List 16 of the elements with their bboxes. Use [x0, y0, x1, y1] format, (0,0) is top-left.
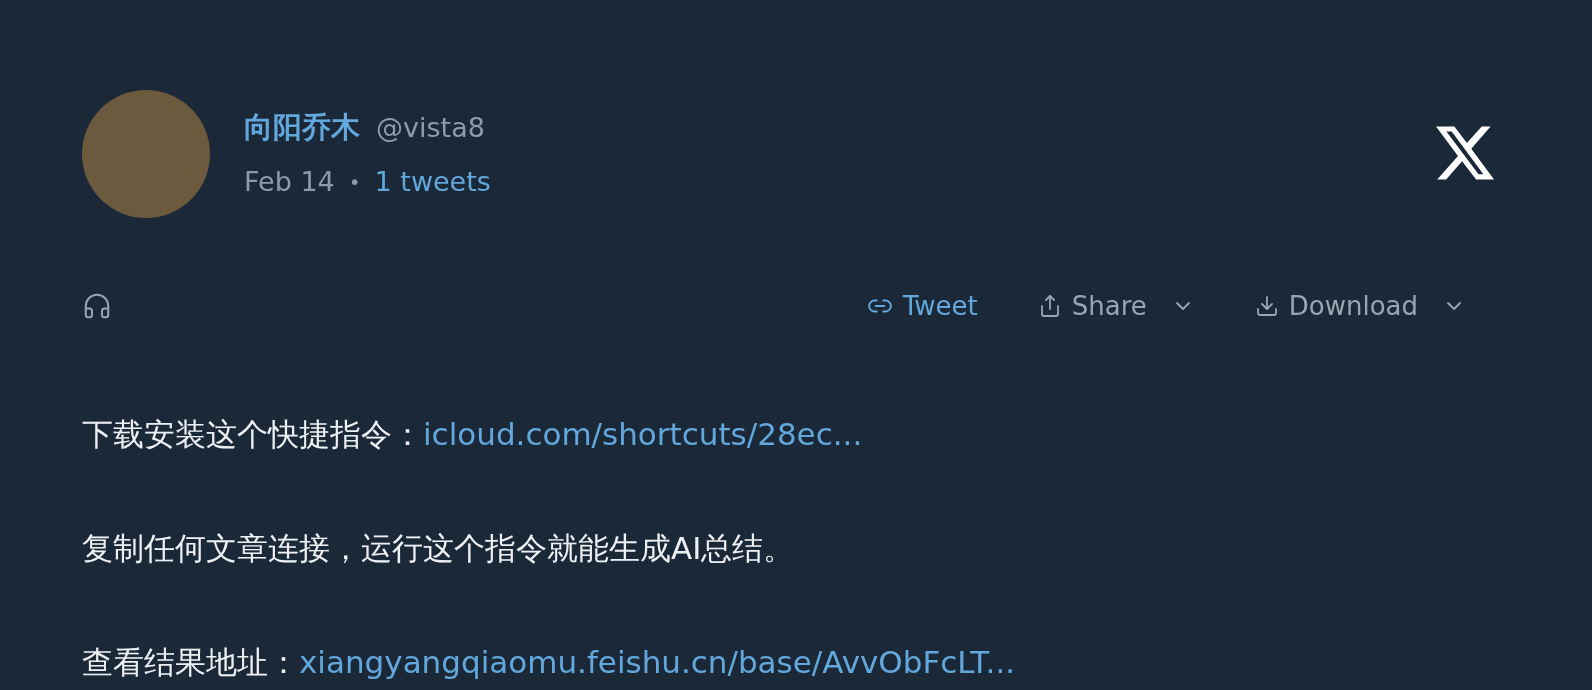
- url-link[interactable]: icloud.com/shortcuts/28ec...: [423, 414, 863, 454]
- download-icon: [1254, 294, 1279, 318]
- paragraph-text: 下载安装这个快捷指令：: [82, 415, 423, 454]
- author-handle: @vista8: [376, 111, 485, 145]
- paragraph-text: 查看结果地址：: [82, 643, 299, 682]
- author-name[interactable]: 向阳乔木: [244, 106, 360, 150]
- tweet-link[interactable]: Tweet: [866, 286, 978, 326]
- paragraph-text: 复制任何文章连接，运行这个指令就能生成AI总结。: [82, 529, 795, 568]
- url-link[interactable]: xiangyangqiaomu.feishu.cn/base/AvvObFcLT...: [299, 642, 1016, 682]
- headphones-icon[interactable]: [82, 291, 112, 321]
- post-date: Feb 14: [244, 164, 335, 199]
- separator-dot: •: [348, 168, 361, 196]
- x-logo-icon[interactable]: [1436, 126, 1494, 180]
- download-button[interactable]: Download: [1254, 286, 1466, 326]
- tweet-count-link[interactable]: 1 tweets: [374, 161, 491, 202]
- share-button[interactable]: Share: [1037, 286, 1195, 326]
